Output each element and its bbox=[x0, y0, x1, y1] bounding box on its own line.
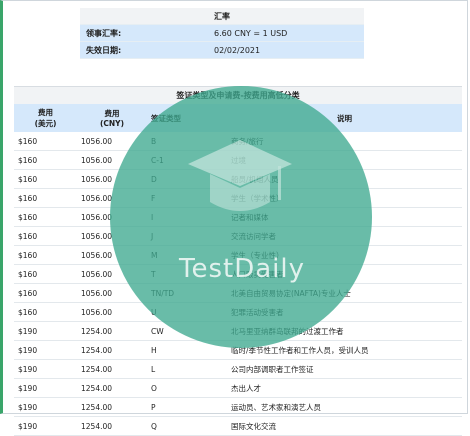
fee-usd-cell: $190 bbox=[14, 340, 77, 360]
visa-fee-section: 签证类型及申请费-按费用高低分类 费用 (美元) 费用 (CNY) 签证类型 说… bbox=[14, 86, 462, 436]
visa-type-cell: O bbox=[147, 378, 227, 398]
table-row: $160 1056.00 M 学生（专业性） bbox=[14, 245, 462, 265]
header-fee-cny: 费用 (CNY) bbox=[77, 104, 147, 132]
description-cell: 杰出人才 bbox=[227, 378, 462, 398]
table-row: $160 1056.00 TN/TD 北美自由贸易协定(NAFTA)专业人士 bbox=[14, 283, 462, 303]
visa-type-cell: F bbox=[147, 188, 227, 208]
description-cell: 记者和媒体 bbox=[227, 207, 462, 227]
fee-usd-cell: $160 bbox=[14, 264, 77, 284]
fee-cny-cell: 1254.00 bbox=[77, 321, 147, 341]
table-row: $190 1254.00 Q 国际文化交流 bbox=[14, 416, 462, 436]
expiry-date-value: 02/02/2021 bbox=[184, 41, 364, 59]
description-cell: 商务/旅行 bbox=[227, 132, 462, 151]
expiry-date-label: 失效日期: bbox=[80, 41, 184, 59]
visa-type-cell: Q bbox=[147, 416, 227, 436]
table-row: $160 1056.00 F 学生（学术性） bbox=[14, 188, 462, 208]
visa-fee-table: 费用 (美元) 费用 (CNY) 签证类型 说明 $160 1056.00 B 商务/… bbox=[14, 104, 462, 436]
visa-type-cell: M bbox=[147, 245, 227, 265]
visa-type-cell: U bbox=[147, 302, 227, 322]
description-cell: 过境 bbox=[227, 150, 462, 170]
fee-cny-cell: 1056.00 bbox=[77, 283, 147, 303]
description-cell: 公司内部调职者工作签证 bbox=[227, 359, 462, 379]
description-cell: 交流访问学者 bbox=[227, 226, 462, 246]
fee-usd-cell: $160 bbox=[14, 188, 77, 208]
visa-type-cell: D bbox=[147, 169, 227, 189]
fee-usd-cell: $160 bbox=[14, 132, 77, 151]
fee-cny-cell: 1056.00 bbox=[77, 264, 147, 284]
fee-cny-cell: 1254.00 bbox=[77, 359, 147, 379]
table-row: $160 1056.00 U 犯罪活动受害者 bbox=[14, 302, 462, 322]
visa-type-cell: T bbox=[147, 264, 227, 284]
header-visa-type: 签证类型 bbox=[147, 104, 227, 132]
rate-row: 失效日期: 02/02/2021 bbox=[80, 41, 364, 59]
fee-usd-cell: $190 bbox=[14, 378, 77, 398]
visa-type-cell: CW bbox=[147, 321, 227, 341]
fee-usd-cell: $160 bbox=[14, 207, 77, 227]
visa-type-cell: I bbox=[147, 207, 227, 227]
fee-cny-cell: 1254.00 bbox=[77, 397, 147, 417]
fee-cny-cell: 1254.00 bbox=[77, 340, 147, 360]
description-cell: 学生（学术性） bbox=[227, 188, 462, 208]
fee-cny-cell: 1056.00 bbox=[77, 226, 147, 246]
table-row: $160 1056.00 J 交流访问学者 bbox=[14, 226, 462, 246]
description-cell: 北马里亚纳群岛联邦的过渡工作者 bbox=[227, 321, 462, 341]
exchange-rate-title: 汇率 bbox=[80, 8, 364, 25]
table-row: $190 1254.00 O 杰出人才 bbox=[14, 378, 462, 398]
header-description: 说明 bbox=[227, 104, 462, 132]
visa-type-cell: TN/TD bbox=[147, 283, 227, 303]
consular-rate-value: 6.60 CNY = 1 USD bbox=[184, 24, 364, 42]
visa-type-cell: P bbox=[147, 397, 227, 417]
description-cell: 船员/机组人员 bbox=[227, 169, 462, 189]
fee-usd-cell: $160 bbox=[14, 283, 77, 303]
fee-cny-cell: 1056.00 bbox=[77, 302, 147, 322]
fee-table-header: 费用 (美元) 费用 (CNY) 签证类型 说明 bbox=[14, 104, 462, 132]
fee-usd-cell: $160 bbox=[14, 226, 77, 246]
table-row: $190 1254.00 P 运动员、艺术家和演艺人员 bbox=[14, 397, 462, 417]
rate-row: 领事汇率: 6.60 CNY = 1 USD bbox=[80, 24, 364, 42]
description-cell: 学生（专业性） bbox=[227, 245, 462, 265]
fee-usd-cell: $160 bbox=[14, 169, 77, 189]
visa-type-cell: L bbox=[147, 359, 227, 379]
description-cell: 北美自由贸易协定(NAFTA)专业人士 bbox=[227, 283, 462, 303]
table-row: $160 1056.00 T 人口贩卖受害者 bbox=[14, 264, 462, 284]
header-fee-usd: 费用 (美元) bbox=[14, 104, 77, 132]
fee-cny-cell: 1254.00 bbox=[77, 378, 147, 398]
table-row: $160 1056.00 B 商务/旅行 bbox=[14, 132, 462, 151]
table-row: $190 1254.00 L 公司内部调职者工作签证 bbox=[14, 359, 462, 379]
table-row: $190 1254.00 CW 北马里亚纳群岛联邦的过渡工作者 bbox=[14, 321, 462, 341]
description-cell: 人口贩卖受害者 bbox=[227, 264, 462, 284]
fee-cny-cell: 1056.00 bbox=[77, 188, 147, 208]
fee-cny-cell: 1056.00 bbox=[77, 150, 147, 170]
fee-usd-cell: $190 bbox=[14, 321, 77, 341]
fee-usd-cell: $190 bbox=[14, 416, 77, 436]
visa-type-cell: C-1 bbox=[147, 150, 227, 170]
fee-usd-cell: $160 bbox=[14, 150, 77, 170]
fee-usd-cell: $190 bbox=[14, 397, 77, 417]
table-row: $160 1056.00 D 船员/机组人员 bbox=[14, 169, 462, 189]
fee-usd-cell: $160 bbox=[14, 302, 77, 322]
visa-type-cell: H bbox=[147, 340, 227, 360]
table-row: $190 1254.00 H 临时/季节性工作者和工作人员，受训人员 bbox=[14, 340, 462, 360]
fee-table-body: $160 1056.00 B 商务/旅行 $160 1056.00 C-1 过境 $160 105… bbox=[14, 132, 462, 436]
description-cell: 国际文化交流 bbox=[227, 416, 462, 436]
fee-cny-cell: 1254.00 bbox=[77, 416, 147, 436]
description-cell: 运动员、艺术家和演艺人员 bbox=[227, 397, 462, 417]
table-row: $160 1056.00 C-1 过境 bbox=[14, 150, 462, 170]
fee-cny-cell: 1056.00 bbox=[77, 207, 147, 227]
fee-cny-cell: 1056.00 bbox=[77, 169, 147, 189]
description-cell: 犯罪活动受害者 bbox=[227, 302, 462, 322]
consular-rate-label: 领事汇率: bbox=[80, 24, 184, 42]
table-row: $160 1056.00 I 记者和媒体 bbox=[14, 207, 462, 227]
description-cell: 临时/季节性工作者和工作人员，受训人员 bbox=[227, 340, 462, 360]
visa-fee-title: 签证类型及申请费-按费用高低分类 bbox=[14, 86, 462, 104]
visa-type-cell: J bbox=[147, 226, 227, 246]
visa-type-cell: B bbox=[147, 132, 227, 151]
exchange-rate-table: 汇率 领事汇率: 6.60 CNY = 1 USD 失效日期: 02/02/20… bbox=[80, 8, 364, 59]
fee-cny-cell: 1056.00 bbox=[77, 132, 147, 151]
fee-usd-cell: $160 bbox=[14, 245, 77, 265]
fee-cny-cell: 1056.00 bbox=[77, 245, 147, 265]
fee-usd-cell: $190 bbox=[14, 359, 77, 379]
